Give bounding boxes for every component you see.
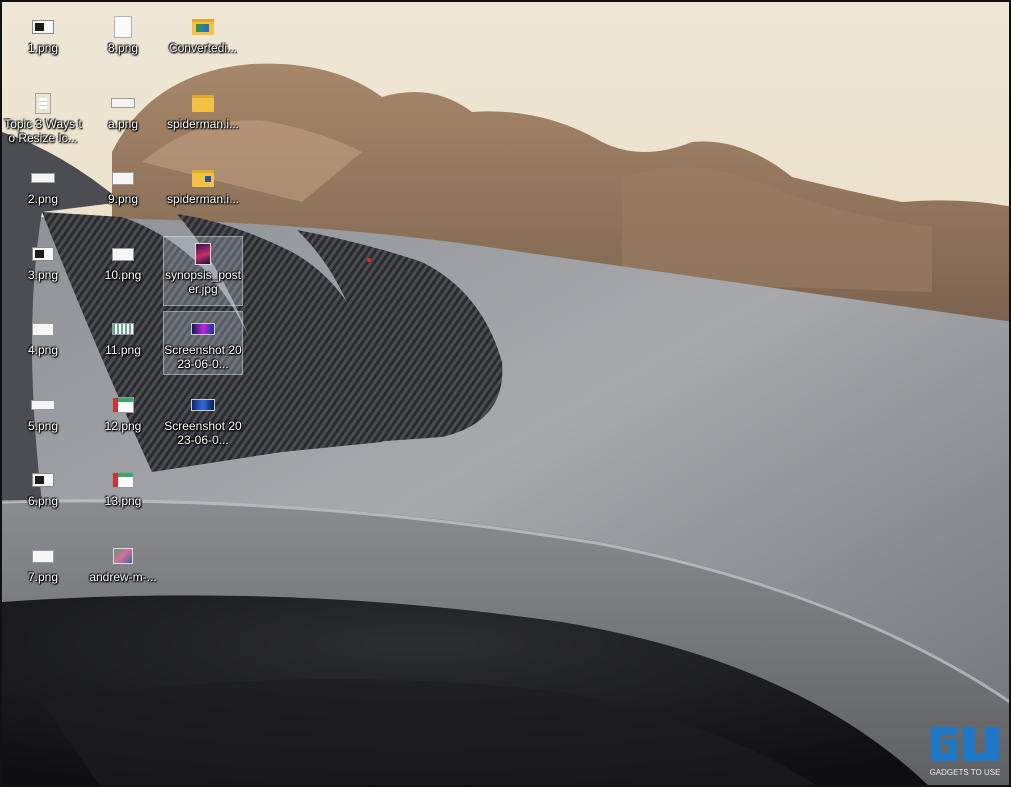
file-type-icon bbox=[112, 247, 134, 261]
desktop-icon[interactable]: andrew-m-... bbox=[84, 539, 162, 607]
desktop-icon-label: 12.png bbox=[104, 419, 142, 433]
file-type-icon bbox=[112, 397, 134, 413]
file-type-icon bbox=[192, 94, 214, 112]
desktop-icon[interactable]: 10.png bbox=[84, 237, 162, 305]
file-type-icon bbox=[32, 247, 54, 261]
desktop-icon-label: 8.png bbox=[107, 41, 139, 55]
file-thumbnail-icon bbox=[191, 16, 215, 38]
desktop-icon[interactable]: 4.png bbox=[4, 312, 82, 380]
desktop-icon-label: 6.png bbox=[27, 494, 59, 508]
desktop-icon[interactable]: Screenshot 2023-06-0... bbox=[164, 388, 242, 456]
desktop-icon-label: 4.png bbox=[27, 343, 59, 357]
file-type-icon bbox=[112, 472, 134, 488]
desktop-icon-label: spiderman.i... bbox=[166, 117, 240, 131]
file-thumbnail-icon bbox=[31, 16, 55, 38]
watermark-text: GADGETS TO USE bbox=[930, 768, 1001, 777]
file-thumbnail-icon bbox=[111, 469, 135, 491]
desktop-icon-label: 11.png bbox=[105, 343, 141, 357]
file-type-icon bbox=[191, 399, 215, 411]
desktop-icon-label: Screenshot 2023-06-0... bbox=[164, 419, 242, 447]
file-type-icon bbox=[32, 20, 54, 34]
desktop-icon[interactable]: a.png bbox=[84, 86, 162, 154]
file-type-icon bbox=[31, 173, 55, 183]
desktop-icon[interactable]: Topic 3 Ways to Resize Ic... bbox=[4, 86, 82, 154]
file-thumbnail-icon bbox=[111, 92, 135, 114]
file-type-icon bbox=[112, 171, 134, 185]
desktop-icon[interactable]: 9.png bbox=[84, 161, 162, 229]
file-type-icon bbox=[112, 323, 134, 335]
desktop-icon[interactable]: 7.png bbox=[4, 539, 82, 607]
desktop-icon[interactable]: Convertedi... bbox=[164, 10, 242, 78]
file-thumbnail-icon bbox=[111, 318, 135, 340]
file-thumbnail-icon bbox=[31, 318, 55, 340]
desktop-icon[interactable]: 2.png bbox=[4, 161, 82, 229]
desktop-icon-label: Screenshot 2023-06-0... bbox=[164, 343, 242, 371]
file-type-icon bbox=[32, 473, 54, 487]
file-type-icon bbox=[35, 92, 51, 114]
desktop-icon[interactable]: 5.png bbox=[4, 388, 82, 456]
desktop-icon-label: 9.png bbox=[107, 192, 139, 206]
desktop-icon[interactable]: synopsis_poster.jpg bbox=[163, 236, 243, 306]
desktop-icon[interactable]: spiderman.i... bbox=[164, 161, 242, 229]
file-thumbnail-icon bbox=[191, 243, 215, 265]
desktop-icon-label: 13.png bbox=[104, 494, 142, 508]
file-type-icon bbox=[191, 323, 215, 335]
file-type-icon bbox=[113, 548, 133, 564]
desktop-icon-label: Topic 3 Ways to Resize Ic... bbox=[4, 117, 82, 145]
desktop-icon[interactable]: 3.png bbox=[4, 237, 82, 305]
file-thumbnail-icon bbox=[111, 167, 135, 189]
desktop-icon-label: Convertedi... bbox=[168, 41, 238, 55]
file-thumbnail-icon bbox=[31, 243, 55, 265]
file-thumbnail-icon bbox=[31, 545, 55, 567]
desktop-icon-label: 2.png bbox=[27, 192, 59, 206]
desktop-icon[interactable]: 8.png bbox=[84, 10, 162, 78]
file-thumbnail-icon bbox=[111, 16, 135, 38]
file-thumbnail-icon bbox=[111, 243, 135, 265]
desktop-icon-label: 5.png bbox=[27, 419, 59, 433]
file-type-icon bbox=[114, 16, 132, 38]
desktop-icon-label: synopsis_poster.jpg bbox=[164, 268, 242, 296]
desktop-icon[interactable]: 6.png bbox=[4, 463, 82, 531]
desktop-icon[interactable]: Screenshot 2023-06-0... bbox=[163, 311, 243, 375]
file-thumbnail-icon bbox=[111, 545, 135, 567]
file-type-icon bbox=[195, 243, 211, 265]
file-thumbnail-icon bbox=[191, 318, 215, 340]
desktop-icon-label: a.png bbox=[107, 117, 139, 131]
gadgets-to-use-logo: GADGETS TO USE bbox=[930, 727, 1001, 777]
file-type-icon bbox=[192, 169, 214, 187]
file-thumbnail-icon bbox=[191, 167, 215, 189]
file-thumbnail-icon bbox=[31, 167, 55, 189]
file-type-icon bbox=[111, 98, 135, 108]
file-thumbnail-icon bbox=[31, 469, 55, 491]
desktop-icon-label: 7.png bbox=[27, 570, 59, 584]
file-thumbnail-icon bbox=[111, 394, 135, 416]
desktop-icon-label: 10.png bbox=[104, 268, 142, 282]
file-thumbnail-icon bbox=[191, 394, 215, 416]
file-thumbnail-icon bbox=[31, 394, 55, 416]
desktop-icon-label: 3.png bbox=[27, 268, 59, 282]
desktop-icon[interactable]: 11.png bbox=[84, 312, 162, 380]
desktop-icon-label: 1.png bbox=[27, 41, 59, 55]
file-type-icon bbox=[32, 322, 54, 336]
desktop-icon[interactable]: spiderman.i... bbox=[164, 86, 242, 154]
desktop-icon[interactable]: 12.png bbox=[84, 388, 162, 456]
file-thumbnail-icon bbox=[191, 92, 215, 114]
desktop-icon[interactable]: 13.png bbox=[84, 463, 162, 531]
file-type-icon bbox=[31, 400, 55, 410]
desktop-icon[interactable]: 1.png bbox=[4, 10, 82, 78]
file-type-icon bbox=[32, 549, 54, 563]
desktop-icon-label: spiderman.i... bbox=[166, 192, 240, 206]
desktop[interactable]: 1.png Topic 3 Ways to Resize Ic... 2.png 3.… bbox=[0, 0, 1011, 787]
file-thumbnail-icon bbox=[31, 92, 55, 114]
file-type-icon bbox=[192, 19, 214, 35]
desktop-icon-label: andrew-m-... bbox=[89, 570, 157, 584]
